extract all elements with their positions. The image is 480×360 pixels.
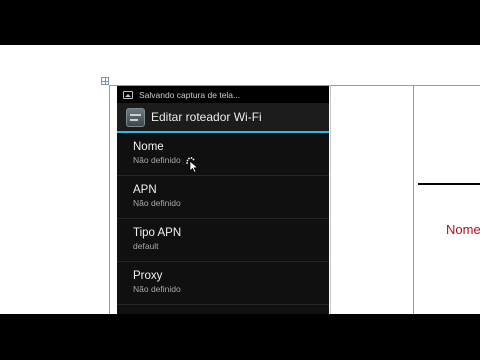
- busy-cursor-icon: [186, 157, 199, 173]
- status-notification-text: Salvando captura de tela...: [139, 89, 241, 100]
- preference-summary: default: [133, 241, 159, 251]
- table-cell-divider: [330, 85, 331, 314]
- top-letterbox-bar: [0, 0, 480, 45]
- preference-list: Nome Não definido APN Não definido Tipo …: [117, 133, 329, 305]
- action-bar: Editar roteador Wi-Fi: [117, 103, 329, 133]
- android-screenshot-image[interactable]: Salvando captura de tela... Editar rotea…: [117, 86, 329, 314]
- preference-item-proxy[interactable]: Proxy Não definido: [117, 262, 329, 305]
- preference-title: Proxy: [133, 270, 163, 282]
- document-label-nome: Nome: [446, 222, 480, 237]
- image-icon: [123, 90, 133, 99]
- preference-item-nome[interactable]: Nome Não definido: [117, 133, 329, 176]
- preference-title: APN: [133, 184, 157, 196]
- preference-summary: Não definido: [133, 284, 181, 294]
- document-horizontal-rule: [418, 183, 480, 185]
- settings-app-icon: [126, 107, 145, 127]
- preference-summary: Não definido: [133, 155, 181, 165]
- preference-summary: Não definido: [133, 198, 181, 208]
- preference-title: Nome: [133, 141, 164, 153]
- action-bar-title: Editar roteador Wi-Fi: [151, 110, 262, 124]
- table-border-left: [109, 85, 110, 314]
- table-border-right: [413, 85, 414, 314]
- preference-item-tipo-apn[interactable]: Tipo APN default: [117, 219, 329, 262]
- bottom-letterbox-bar: [0, 314, 480, 360]
- preference-title: Tipo APN: [133, 227, 182, 239]
- preference-item-apn[interactable]: APN Não definido: [117, 176, 329, 219]
- status-bar: Salvando captura de tela...: [117, 86, 329, 103]
- table-move-handle-icon[interactable]: [101, 77, 109, 85]
- document-page: Nome Salvando captura de tela... Editar …: [0, 45, 480, 314]
